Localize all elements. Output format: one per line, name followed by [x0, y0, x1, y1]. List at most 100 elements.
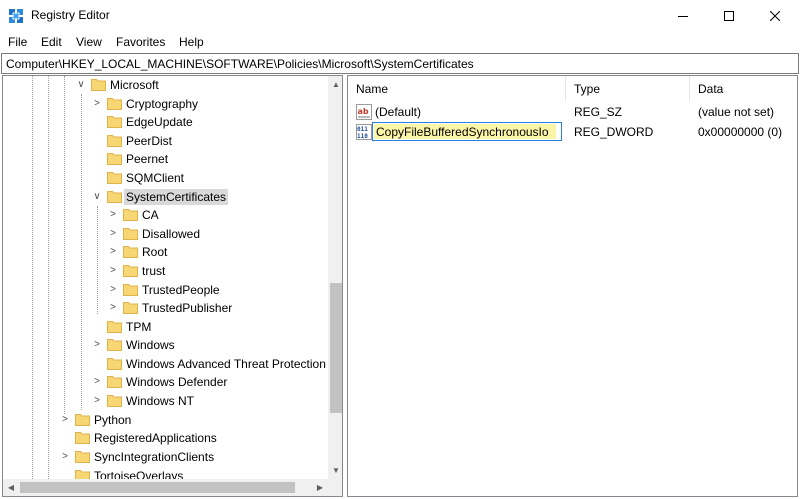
svg-text:ab: ab [358, 107, 369, 116]
minimize-icon [678, 15, 688, 17]
tree-item-tortoiseoverlays[interactable]: TortoiseOverlays [3, 467, 328, 479]
folder-icon [123, 209, 138, 221]
scroll-right-arrow-icon[interactable]: ▶ [312, 479, 328, 496]
folder-icon [107, 376, 122, 388]
tree-item-windows-nt[interactable]: > Windows NT [3, 392, 328, 410]
folder-icon [123, 284, 138, 296]
value-data: 0x00000000 (0) [698, 125, 783, 139]
key-tree-pane[interactable]: ∨ Microsoft > Cryptography EdgeUpdate Pe… [2, 75, 343, 497]
scroll-down-arrow-icon[interactable]: ▼ [328, 462, 342, 479]
svg-text:011: 011 [357, 126, 368, 133]
folder-icon [107, 172, 122, 184]
collapsed-chevron-icon[interactable]: > [107, 265, 119, 277]
scroll-up-arrow-icon[interactable]: ▲ [328, 76, 342, 93]
collapsed-chevron-icon[interactable]: > [91, 98, 103, 110]
menu-help[interactable]: Help [179, 35, 204, 49]
tree-item-trustedpeople[interactable]: > TrustedPeople [3, 281, 328, 299]
string-value-icon: ab [356, 104, 372, 120]
collapsed-chevron-icon[interactable]: > [107, 209, 119, 221]
tree-item-label: Windows NT [126, 394, 195, 408]
close-icon [770, 10, 780, 21]
menu-view[interactable]: View [76, 35, 102, 49]
tree-item-label: TortoiseOverlays [94, 469, 184, 479]
tree-item-ca[interactable]: > CA [3, 206, 328, 224]
window-title: Registry Editor [31, 8, 110, 22]
tree-item-label: Cryptography [126, 97, 199, 111]
tree-item-trust[interactable]: > trust [3, 262, 328, 280]
tree-item-label: trust [142, 264, 166, 278]
expanded-chevron-icon[interactable]: ∨ [75, 79, 87, 91]
tree-item-windows-atp[interactable]: Windows Advanced Threat Protection [3, 355, 328, 373]
expanded-chevron-icon[interactable]: ∨ [91, 191, 103, 203]
collapsed-chevron-icon[interactable]: > [59, 414, 71, 426]
tree-item-label: Windows Defender [126, 375, 228, 389]
tree-item-microsoft[interactable]: ∨ Microsoft [3, 76, 328, 94]
collapsed-chevron-icon[interactable]: > [107, 302, 119, 314]
tree-item-trustedpublisher[interactable]: > TrustedPublisher [3, 299, 328, 317]
tree-horizontal-scrollbar[interactable]: ◀ ▶ [3, 479, 328, 496]
folder-icon [107, 135, 122, 147]
registry-editor-icon [9, 9, 23, 23]
rename-edit-box[interactable] [372, 122, 562, 141]
tree-horizontal-scroll-thumb[interactable] [20, 482, 295, 493]
folder-icon [107, 191, 122, 203]
collapsed-chevron-icon[interactable]: > [107, 284, 119, 296]
tree-item-label-selected: SystemCertificates [124, 189, 229, 205]
title-bar: Registry Editor [0, 0, 800, 31]
rename-value-input[interactable] [374, 124, 556, 139]
collapsed-chevron-icon[interactable]: > [91, 376, 103, 388]
collapsed-chevron-icon[interactable]: > [91, 395, 103, 407]
tree-item-label: TrustedPeople [142, 283, 220, 297]
collapsed-chevron-icon[interactable]: > [59, 451, 71, 463]
tree-item-label: Root [142, 245, 168, 259]
menu-favorites[interactable]: Favorites [116, 35, 165, 49]
close-button[interactable] [752, 0, 798, 31]
folder-icon [123, 302, 138, 314]
tree-item-label: EdgeUpdate [126, 115, 193, 129]
tree-item-windows-defender[interactable]: > Windows Defender [3, 373, 328, 391]
collapsed-chevron-icon[interactable]: > [91, 339, 103, 351]
tree-item-cryptography[interactable]: > Cryptography [3, 95, 328, 113]
folder-icon [123, 265, 138, 277]
folder-icon [75, 414, 90, 426]
column-header-data[interactable]: Data [690, 76, 797, 101]
tree-item-syncintegrationclients[interactable]: > SyncIntegrationClients [3, 448, 328, 466]
tree-vertical-scrollbar[interactable]: ▲ ▼ [328, 76, 342, 479]
scroll-left-arrow-icon[interactable]: ◀ [3, 479, 19, 496]
collapsed-chevron-icon[interactable]: > [107, 228, 119, 240]
value-type: REG_SZ [574, 105, 623, 119]
tree-item-root[interactable]: > Root [3, 243, 328, 261]
tree-vertical-scroll-thumb[interactable] [330, 283, 342, 413]
tree-item-registeredapplications[interactable]: RegisteredApplications [3, 429, 328, 447]
maximize-button[interactable] [706, 0, 752, 31]
menu-file[interactable]: File [8, 35, 27, 49]
tree-item-disallowed[interactable]: > Disallowed [3, 225, 328, 243]
tree-item-label: Microsoft [110, 78, 159, 92]
scrollbar-corner [328, 479, 342, 496]
folder-icon [107, 116, 122, 128]
values-list-pane[interactable]: Name Type Data ab (Default) REG_SZ (valu… [347, 75, 798, 497]
tree-item-windows[interactable]: > Windows [3, 336, 328, 354]
tree-item-peerdist[interactable]: PeerDist [3, 132, 328, 150]
tree-item-sqmclient[interactable]: SQMClient [3, 169, 328, 187]
tree-item-label: CA [142, 208, 159, 222]
column-header-type[interactable]: Type [566, 76, 690, 101]
tree-item-systemcertificates[interactable]: ∨ SystemCertificates [3, 188, 328, 206]
tree-item-tpm[interactable]: TPM [3, 318, 328, 336]
address-bar[interactable]: Computer\HKEY_LOCAL_MACHINE\SOFTWARE\Pol… [1, 53, 799, 74]
tree-item-peernet[interactable]: Peernet [3, 150, 328, 168]
tree-item-label: RegisteredApplications [94, 431, 217, 445]
folder-icon [75, 432, 90, 444]
collapsed-chevron-icon[interactable]: > [107, 246, 119, 258]
value-type: REG_DWORD [574, 125, 654, 139]
menu-edit[interactable]: Edit [41, 35, 62, 49]
tree-item-python[interactable]: > Python [3, 411, 328, 429]
tree-item-label: SQMClient [126, 171, 185, 185]
tree-item-edgeupdate[interactable]: EdgeUpdate [3, 113, 328, 131]
value-row-copyfilebufferedsynchronousio[interactable]: 011 110 REG_DWORD 0x00000000 (0) [348, 122, 797, 141]
folder-icon [75, 470, 90, 479]
column-header-name[interactable]: Name [348, 76, 566, 101]
minimize-button[interactable] [660, 0, 706, 31]
value-row-default[interactable]: ab (Default) REG_SZ (value not set) [348, 102, 797, 121]
tree-item-label: PeerDist [126, 134, 173, 148]
